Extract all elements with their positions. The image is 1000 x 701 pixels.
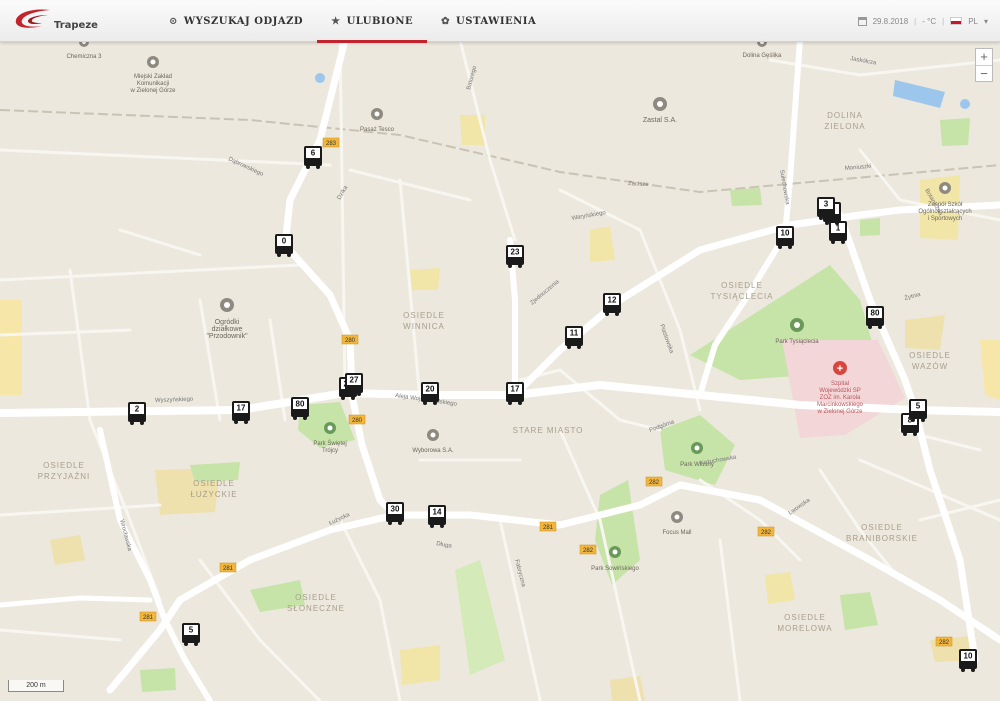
- road-badge: 282: [935, 636, 953, 647]
- nav-label: WYSZUKAJ ODJAZD: [183, 15, 304, 27]
- divider: |: [942, 16, 945, 26]
- svg-text:Miejski ZakładKomunikacjiw Zie: Miejski Zakład Komunikacji w Zielonej Górz…: [129, 74, 176, 94]
- bus-line-number: 80: [296, 400, 305, 409]
- bus-marker[interactable]: 17: [232, 401, 250, 424]
- svg-text:Wyborowa S.A.: Wyborowa S.A.: [412, 448, 454, 454]
- bus-marker[interactable]: 80: [866, 306, 884, 329]
- bus-marker[interactable]: 10: [959, 649, 977, 672]
- svg-text:Focus Mall: Focus Mall: [662, 530, 691, 536]
- divider: |: [914, 16, 917, 26]
- status-area: 29.8.2018 | - °C | PL ▾: [857, 0, 988, 42]
- svg-text:Park Tysiąclecia: Park Tysiąclecia: [775, 339, 819, 345]
- bus-line-number: 3: [824, 200, 829, 209]
- road-badge: 283: [322, 137, 340, 148]
- svg-text:282: 282: [939, 640, 950, 646]
- bus-line-number: 80: [871, 309, 880, 318]
- poland-flag-icon[interactable]: [950, 17, 963, 25]
- zoom-out-button[interactable]: −: [976, 65, 992, 81]
- calendar-icon: [857, 16, 867, 26]
- nav-label: ULUBIONE: [346, 15, 414, 27]
- bus-marker[interactable]: 10: [776, 226, 794, 249]
- gear-icon: ✿: [441, 15, 450, 27]
- bus-marker[interactable]: 5: [182, 623, 200, 646]
- bus-line-number: 2: [135, 405, 140, 414]
- district-label-stare-miasto: STARE MIASTO: [513, 426, 584, 435]
- svg-text:Chemiczna 3: Chemiczna 3: [66, 54, 102, 60]
- bus-line-number: 20: [426, 385, 435, 394]
- bus-marker[interactable]: 17: [506, 382, 524, 405]
- road-badge: 280: [348, 414, 366, 425]
- bus-line-number: 30: [391, 505, 400, 514]
- bus-marker[interactable]: 12: [603, 293, 621, 316]
- svg-text:280: 280: [345, 338, 356, 344]
- zoom-in-button[interactable]: +: [976, 49, 992, 65]
- bus-marker[interactable]: 23: [506, 245, 524, 268]
- map-scale-bar: 200 m: [8, 680, 64, 692]
- svg-text:+: +: [837, 363, 843, 375]
- bus-line-number: 27: [350, 376, 359, 385]
- road-badge: 281: [219, 562, 237, 573]
- bus-marker[interactable]: 6: [304, 146, 322, 169]
- bus-line-number: 6: [311, 149, 316, 158]
- svg-text:280: 280: [352, 418, 363, 424]
- nav-search-departures[interactable]: ⊙ WYSZUKAJ ODJAZD: [155, 0, 317, 42]
- road-badge: 280: [341, 334, 359, 345]
- nav-favorites[interactable]: ★ ULUBIONE: [317, 0, 428, 43]
- svg-text:282: 282: [649, 480, 660, 486]
- bus-marker[interactable]: 14: [428, 505, 446, 528]
- svg-text:Park Wiosny: Park Wiosny: [680, 462, 714, 468]
- star-icon: ★: [331, 15, 341, 27]
- road-badge: 282: [757, 526, 775, 537]
- svg-text:282: 282: [761, 530, 772, 536]
- trapeze-logo[interactable]: Trapeze: [12, 6, 102, 36]
- bus-marker[interactable]: 27: [345, 373, 363, 396]
- current-date: 29.8.2018: [872, 16, 909, 26]
- bus-marker[interactable]: 11: [565, 326, 583, 349]
- bus-line-number: 5: [916, 402, 921, 411]
- road-badge: 281: [539, 521, 557, 532]
- bus-marker[interactable]: 2: [128, 402, 146, 425]
- bus-line-number: 10: [964, 652, 973, 661]
- road-badge: 282: [579, 544, 597, 555]
- temperature: - °C: [922, 16, 937, 26]
- bus-marker[interactable]: 30: [386, 502, 404, 525]
- svg-text:282: 282: [583, 548, 594, 554]
- svg-text:Park Sowińskiego: Park Sowińskiego: [591, 566, 639, 572]
- language-selector[interactable]: PL: [968, 17, 978, 26]
- main-navigation: ⊙ WYSZUKAJ ODJAZD ★ ULUBIONE ✿ USTAWIENI…: [155, 0, 550, 43]
- road-badge: 281: [139, 611, 157, 622]
- road-badge: 282: [645, 476, 663, 487]
- svg-text:281: 281: [143, 615, 154, 621]
- bus-marker[interactable]: 20: [421, 382, 439, 405]
- chevron-down-icon[interactable]: ▾: [984, 17, 988, 26]
- nav-label: USTAWIENIA: [456, 15, 537, 27]
- svg-text:283: 283: [326, 141, 337, 147]
- logo-text: Trapeze: [54, 20, 98, 31]
- street-label: Zacisze: [628, 181, 650, 188]
- bus-marker[interactable]: 0: [275, 234, 293, 257]
- top-navigation-bar: Trapeze ⊙ WYSZUKAJ ODJAZD ★ ULUBIONE ✿ U…: [0, 0, 1000, 43]
- bus-marker[interactable]: 5: [909, 399, 927, 422]
- bus-marker[interactable]: 3: [817, 197, 835, 220]
- bus-line-number: 0: [282, 237, 287, 246]
- svg-text:Dolina Gęślika: Dolina Gęślika: [743, 53, 782, 59]
- bus-line-number: 5: [189, 626, 194, 635]
- search-icon: ⊙: [169, 15, 178, 27]
- svg-text:281: 281: [543, 525, 554, 531]
- bus-line-number: 11: [570, 329, 579, 338]
- bus-line-number: 14: [433, 508, 442, 517]
- svg-text:Pasaż Tesco: Pasaż Tesco: [360, 127, 395, 133]
- bus-line-number: 12: [608, 296, 617, 305]
- bus-line-number: 10: [781, 229, 790, 238]
- zoom-control: + −: [975, 48, 993, 82]
- bus-line-number: 17: [511, 385, 520, 394]
- logo-swoosh-icon: [15, 9, 51, 28]
- bus-line-number: 17: [237, 404, 246, 413]
- bus-line-number: 23: [511, 248, 520, 257]
- svg-text:Zastal S.A.: Zastal S.A.: [643, 117, 677, 124]
- svg-text:281: 281: [223, 566, 234, 572]
- map-canvas[interactable]: DOLINA ZIELONA OSIEDLE TYSIĄCLECIA OSIEDLE…: [0, 0, 1000, 701]
- nav-settings[interactable]: ✿ USTAWIENIA: [427, 0, 550, 42]
- bus-marker[interactable]: 80: [291, 397, 309, 420]
